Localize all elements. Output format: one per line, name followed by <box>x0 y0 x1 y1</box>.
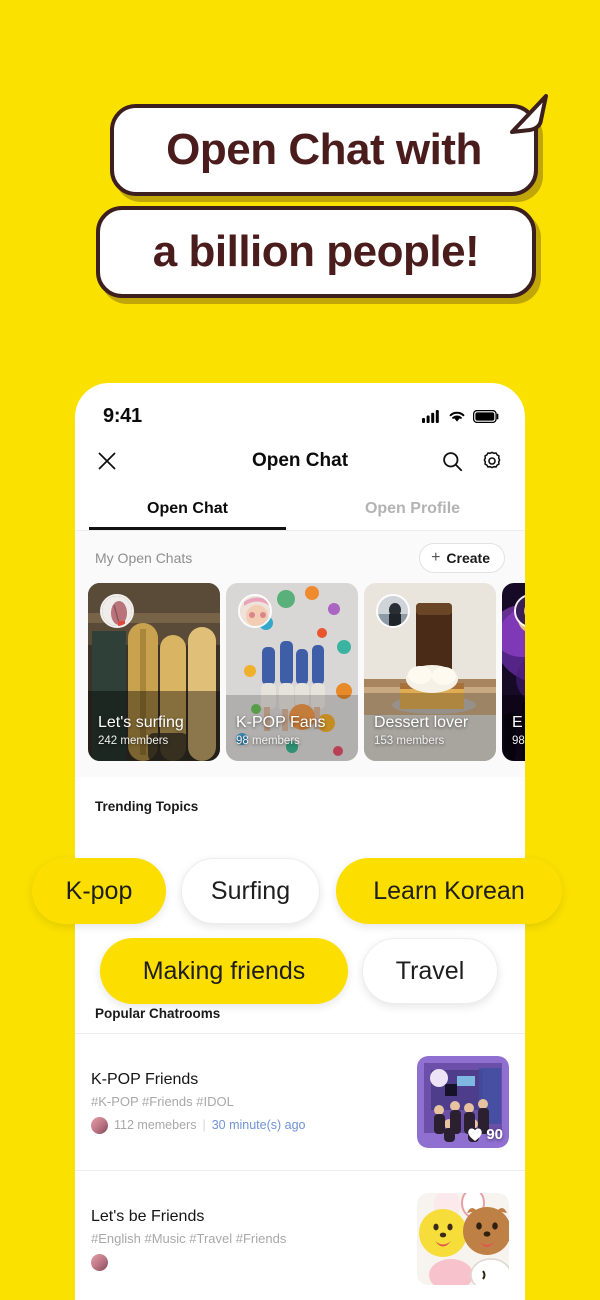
topic-pill-label: Travel <box>395 956 465 985</box>
wifi-icon <box>449 411 465 422</box>
topic-pill-k-pop[interactable]: K-pop <box>32 858 166 924</box>
tab-open-chat-label: Open Chat <box>147 499 228 517</box>
topic-pill-label: Making friends <box>142 956 306 985</box>
card-title: E <box>512 714 523 731</box>
chatroom-list-item[interactable]: Let's be Friends #English #Music #Travel… <box>75 1170 525 1300</box>
chatroom-title: K-POP Friends <box>91 1070 199 1088</box>
hero-banner: Open Chat with a billion people! <box>0 0 600 370</box>
close-icon[interactable] <box>97 451 117 471</box>
topic-pill-travel[interactable]: Travel <box>362 938 498 1004</box>
plus-icon: + <box>431 549 441 566</box>
topic-pill-surfing[interactable]: Surfing <box>181 858 320 924</box>
card-text: E 98 <box>512 714 525 747</box>
app-navbar: Open Chat <box>75 435 525 487</box>
card-title: Dessert lover <box>374 714 469 731</box>
heart-icon <box>468 1128 483 1141</box>
chatroom-tags: #K-POP #Friends #IDOL <box>91 1093 234 1109</box>
gear-icon[interactable] <box>481 450 503 472</box>
navbar-actions <box>442 450 503 472</box>
chatroom-meta: 112 memebers | 30 minute(s) ago <box>91 1116 306 1134</box>
card-members: 98 <box>512 735 525 747</box>
phone-mockup: 9:41 Open Chat Open Chat Open Profile My… <box>75 383 525 1300</box>
my-open-chats-carousel[interactable]: Let's surfing 242 members K-POP Fans 98 … <box>75 583 525 777</box>
status-bar-icons <box>422 409 499 423</box>
tab-open-profile[interactable]: Open Profile <box>300 487 525 530</box>
chatroom-meta <box>91 1253 286 1271</box>
my-open-chats-label: My Open Chats <box>95 550 193 566</box>
chat-card[interactable]: Dessert lover 153 members <box>364 583 496 761</box>
chatroom-members: 112 memebers <box>114 1118 197 1132</box>
avatar <box>100 594 134 628</box>
battery-icon <box>473 409 499 423</box>
hero-bubble-line1: Open Chat with <box>110 94 548 196</box>
avatar <box>91 1253 108 1271</box>
search-icon[interactable] <box>442 451 463 472</box>
card-members: 98 members <box>236 735 300 747</box>
card-members: 153 members <box>374 735 445 747</box>
status-bar: 9:41 <box>75 383 525 435</box>
speech-bubble-tail-icon <box>510 94 548 134</box>
topic-pill-label: K-pop <box>65 876 133 905</box>
topic-pill-learn-korean[interactable]: Learn Korean <box>336 858 562 924</box>
card-text: Dessert lover 153 members <box>374 714 490 747</box>
meta-separator: | <box>202 1118 206 1132</box>
hero-line2-text: a billion people! <box>152 227 480 276</box>
chat-card[interactable]: E 98 <box>502 583 525 761</box>
status-bar-time: 9:41 <box>103 404 142 427</box>
chatroom-tags: #English #Music #Travel #Friends <box>91 1230 287 1246</box>
create-button[interactable]: + Create <box>419 543 505 573</box>
cellular-signal-icon <box>422 410 439 423</box>
chat-card[interactable]: K-POP Fans 98 members <box>226 583 358 761</box>
tab-bar: Open Chat Open Profile <box>75 487 525 531</box>
my-open-chats-header: My Open Chats + Create <box>75 531 525 583</box>
card-title: K-POP Fans <box>236 714 326 731</box>
topic-pill-label: Surfing <box>210 876 291 905</box>
chatroom-thumbnail <box>417 1193 509 1285</box>
card-text: Let's surfing 242 members <box>98 714 214 747</box>
topic-pill-label: Learn Korean <box>373 876 525 905</box>
like-count-badge: 90 <box>467 1126 503 1143</box>
hero-line1-text: Open Chat with <box>166 125 482 174</box>
chatroom-title: Let's be Friends <box>91 1207 205 1225</box>
card-title: Let's surfing <box>98 714 184 731</box>
create-button-label: Create <box>446 550 490 566</box>
avatar <box>376 594 410 628</box>
chatroom-list-item[interactable]: K-POP Friends #K-POP #Friends #IDOL 112 … <box>75 1033 525 1170</box>
chat-card[interactable]: Let's surfing 242 members <box>88 583 220 761</box>
trending-topics-heading: Trending Topics <box>95 799 199 814</box>
chatroom-thumbnail: 90 <box>417 1056 509 1148</box>
avatar <box>238 594 272 628</box>
topic-pill-making-friends[interactable]: Making friends <box>100 938 348 1004</box>
hero-bubble-line2: a billion people! <box>96 206 536 298</box>
chatroom-info: Let's be Friends #English #Music #Travel… <box>91 1208 286 1271</box>
like-count: 90 <box>486 1126 503 1143</box>
tab-open-profile-label: Open Profile <box>364 499 461 517</box>
card-members: 242 members <box>98 735 169 747</box>
chatroom-info: K-POP Friends #K-POP #Friends #IDOL 112 … <box>91 1071 306 1134</box>
card-text: K-POP Fans 98 members <box>236 714 352 747</box>
chatroom-timestamp: 30 minute(s) ago <box>211 1118 306 1132</box>
tab-open-chat[interactable]: Open Chat <box>75 487 300 530</box>
avatar <box>91 1116 108 1134</box>
